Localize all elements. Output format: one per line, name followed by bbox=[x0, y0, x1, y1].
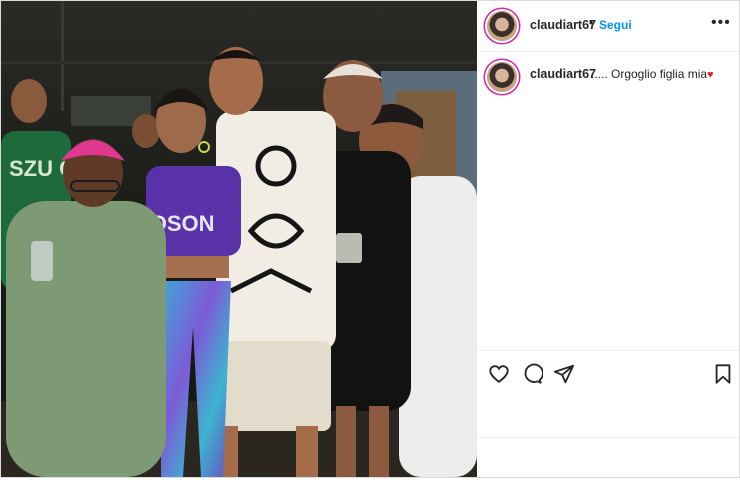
caption-body: ..... Orgoglio figlia mia bbox=[591, 67, 708, 81]
separator-dot: • bbox=[589, 16, 594, 30]
post-photo[interactable]: SZU CRU DSON bbox=[1, 1, 477, 477]
instagram-post: SZU CRU DSON claudiart67 • Segui ••• cla… bbox=[0, 0, 740, 478]
more-options-icon[interactable]: ••• bbox=[711, 15, 731, 31]
follow-button[interactable]: Segui bbox=[599, 18, 632, 32]
red-heart-emoji: ♥ bbox=[707, 69, 714, 81]
share-icon[interactable] bbox=[553, 363, 575, 385]
photo-illustration: SZU CRU DSON bbox=[1, 1, 477, 477]
heart-icon[interactable] bbox=[488, 363, 510, 385]
caption-avatar[interactable] bbox=[487, 62, 517, 92]
action-bar bbox=[478, 350, 739, 395]
avatar[interactable] bbox=[487, 11, 517, 41]
post-header: claudiart67 • Segui ••• bbox=[478, 1, 739, 52]
divider bbox=[478, 437, 739, 438]
bookmark-icon[interactable] bbox=[712, 363, 734, 385]
post-sidebar: claudiart67 • Segui ••• claudiart67 ....… bbox=[478, 1, 739, 477]
username-link[interactable]: claudiart67 bbox=[530, 18, 596, 32]
caption-text: ..... Orgoglio figlia mia♥ bbox=[591, 67, 714, 81]
caption: claudiart67 ..... Orgoglio figlia mia♥ bbox=[478, 59, 739, 99]
caption-username-link[interactable]: claudiart67 bbox=[530, 67, 596, 81]
comment-icon[interactable] bbox=[521, 363, 543, 385]
